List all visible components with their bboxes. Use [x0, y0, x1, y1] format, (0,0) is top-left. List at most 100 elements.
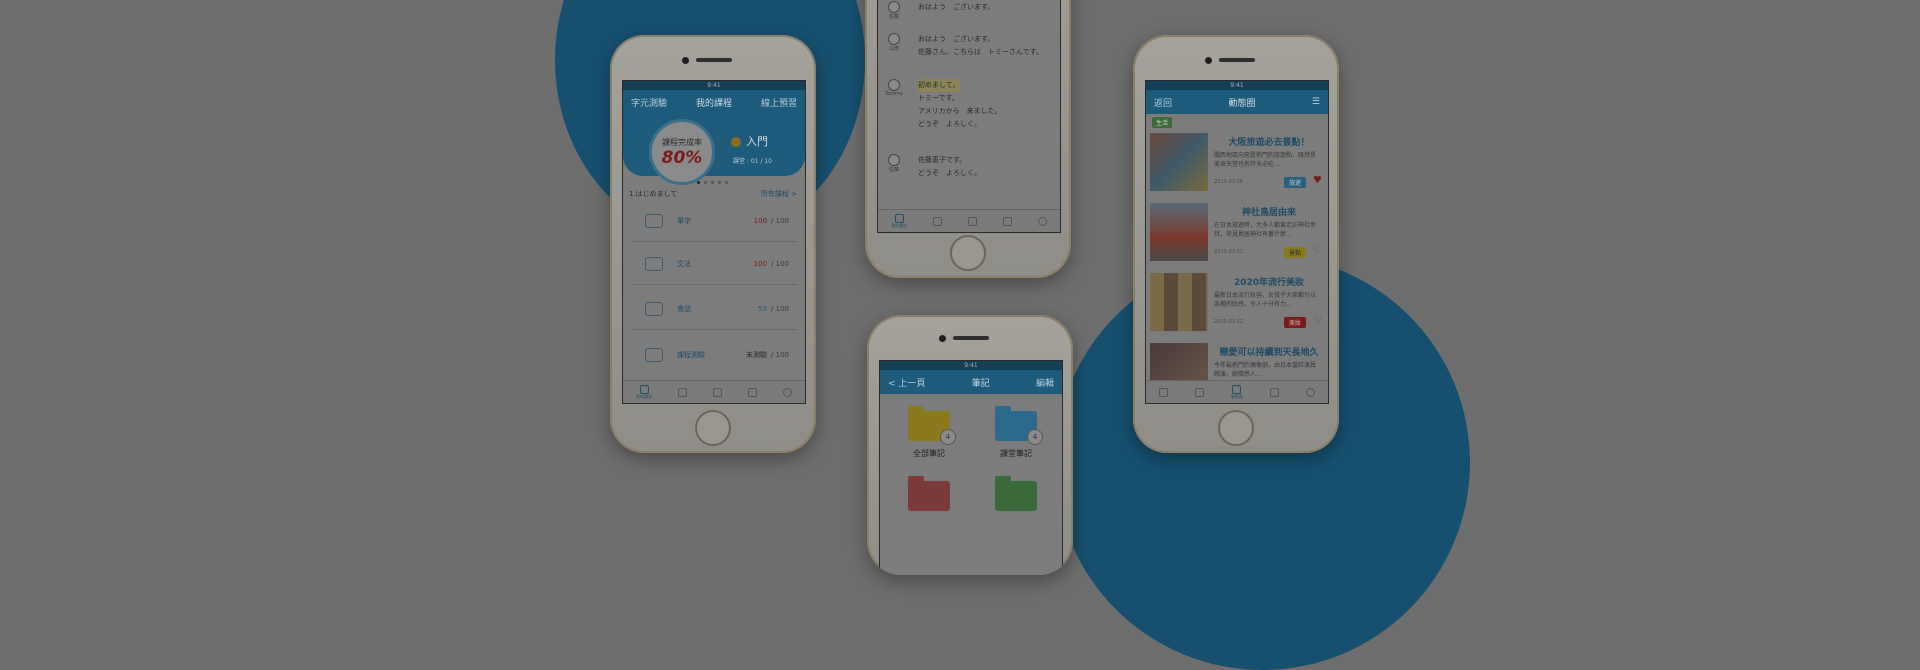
tab-my-course[interactable]: 我的課程 — [891, 213, 907, 229]
tab-5[interactable] — [1305, 387, 1315, 397]
header-title: 動態圈 — [1228, 98, 1256, 109]
back-link[interactable]: 返回 — [1154, 96, 1172, 109]
course-header: 字元測驗 我的課程 線上預習 — [623, 90, 805, 114]
row-vocabulary[interactable]: 單字 100/ 100 — [631, 201, 797, 242]
header-title: 我的課程 — [695, 98, 732, 109]
phone-camera — [1205, 57, 1212, 64]
phone-speaker — [696, 58, 732, 62]
notes-screen: 9:41 < 上一頁 筆記 編輯 4 全部筆記 4 課堂筆記 — [879, 360, 1063, 575]
level-indicator: 入門 — [731, 133, 768, 149]
phone-camera — [939, 335, 946, 342]
heart-outline-icon[interactable]: ♡ — [1313, 245, 1322, 256]
completion-value: 80% — [661, 147, 703, 168]
edit-link[interactable]: 編輯 — [1036, 376, 1054, 389]
phone-notes: 9:41 < 上一頁 筆記 編輯 4 全部筆記 4 課堂筆記 — [867, 315, 1073, 575]
feed-header: 返回 動態圈 ☰ — [1146, 90, 1328, 114]
tab-2[interactable] — [933, 216, 942, 226]
lesson-progress: 課堂 : 01 / 10 — [733, 158, 772, 165]
level-label: 入門 — [746, 135, 768, 148]
user-icon — [783, 387, 792, 397]
phone-conversation: 佐藤 おはよう ございます。 山田 おはよう ございます。 佐藤さん、こちらは トミー… — [865, 0, 1071, 278]
avatar — [888, 33, 900, 45]
tab-feed[interactable]: 動態圈 — [1231, 384, 1243, 400]
conversation-screen: 佐藤 おはよう ございます。 山田 おはよう ございます。 佐藤さん、こちらは トミー… — [877, 0, 1061, 233]
tab-2[interactable] — [1195, 387, 1205, 397]
course-icon — [894, 213, 904, 223]
tab-5[interactable] — [1038, 216, 1047, 226]
phone-course-progress: 9:41 字元測驗 我的課程 線上預習 課程完成率 80% 入門 課堂 : 01… — [610, 35, 816, 453]
article-card-1[interactable]: 大阪旅遊必去景點！ 關西地區向來是熱門的旅遊點，既然是美食天堂也有許多必吃… 2… — [1150, 131, 1324, 199]
course-screen: 9:41 字元測驗 我的課程 線上預習 課程完成率 80% 入門 課堂 : 01… — [622, 80, 806, 404]
user-icon — [1038, 216, 1047, 226]
tab-bar: 動態圈 — [1146, 380, 1328, 403]
category-tag[interactable]: 生活 — [1152, 117, 1173, 128]
vocabulary-icon — [645, 214, 663, 228]
heart-filled-icon[interactable]: ♥ — [1313, 175, 1322, 186]
avatar — [888, 1, 900, 13]
test-icon — [645, 348, 663, 362]
home-button — [950, 235, 986, 271]
lesson-title: 1.はじめまして — [629, 190, 678, 198]
phone-speaker — [1219, 58, 1255, 62]
status-bar: 9:41 — [1146, 81, 1328, 90]
news-icon — [1232, 384, 1242, 394]
tab-3[interactable] — [968, 216, 977, 226]
status-bar: 9:41 — [880, 361, 1062, 370]
avatar — [888, 79, 900, 91]
tab-4[interactable] — [1003, 216, 1012, 226]
article-card-2[interactable]: 神社鳥居由來 在日本旅遊時，大多人都曾走訪神社參拜，常見鳥居神社有著什麼… 20… — [1150, 201, 1324, 269]
tab-5[interactable] — [783, 387, 792, 397]
message-2: 山田 おはよう ございます。 佐藤さん、こちらは トミーさんです。 — [888, 33, 1043, 56]
heart-outline-icon[interactable]: ♡ — [1313, 315, 1322, 326]
header-left-link[interactable]: 字元測驗 — [631, 96, 667, 109]
tab-bar: 我的課程 — [623, 380, 805, 403]
menu-icon[interactable]: ☰ — [1312, 97, 1320, 107]
conversation-icon — [645, 302, 663, 316]
avatar — [888, 154, 900, 166]
row-grammar[interactable]: 文法 100/ 100 — [631, 244, 797, 285]
book-icon — [933, 216, 942, 226]
tab-2[interactable] — [678, 387, 687, 397]
tab-my-course[interactable]: 我的課程 — [636, 384, 652, 400]
article-thumbnail — [1150, 133, 1208, 191]
page-dots[interactable] — [697, 181, 728, 184]
completion-ring: 課程完成率 80% — [649, 119, 715, 185]
coin-icon — [731, 137, 741, 147]
book-icon — [1195, 387, 1205, 397]
phone-speaker — [953, 336, 989, 340]
row-conversation[interactable]: 會話 59/ 100 — [631, 289, 797, 330]
note-icon — [1269, 387, 1279, 397]
header-right-link[interactable]: 線上預習 — [761, 96, 797, 109]
article-thumbnail — [1150, 273, 1208, 331]
folder-all-notes[interactable]: 4 — [908, 406, 956, 445]
message-1: 佐藤 おはよう ございます。 — [888, 1, 995, 20]
notes-header: < 上一頁 筆記 編輯 — [880, 370, 1062, 394]
back-link[interactable]: < 上一頁 — [888, 376, 925, 389]
folder-class-notes[interactable]: 4 — [995, 406, 1043, 445]
tab-3[interactable] — [713, 387, 722, 397]
row-course-test[interactable]: 課程測驗 未測驗/ 100 — [631, 335, 797, 375]
home-button — [1218, 410, 1254, 446]
phone-camera — [682, 57, 689, 64]
article-card-3[interactable]: 2020年流行美妝 最新日本流行妝容，女孩子大家都引以為傲的妝感，令人十分有力…… — [1150, 271, 1324, 339]
grammar-icon — [645, 257, 663, 271]
message-3: Tommy 初めまして。 トミーです。 アメリカから 来ました。 どうぞ よろしく。 — [885, 79, 1002, 128]
header-title: 筆記 — [971, 378, 990, 389]
all-lessons-link[interactable]: 所有課程 > — [761, 189, 797, 199]
home-button — [695, 410, 731, 446]
completion-label: 課程完成率 — [662, 137, 702, 147]
news-icon — [713, 387, 722, 397]
tab-1[interactable] — [1159, 387, 1169, 397]
tab-4[interactable] — [1269, 387, 1279, 397]
message-4: 佐藤 佐藤恵子です。 どうぞ よろしく。 — [888, 154, 981, 177]
folder-red[interactable] — [908, 476, 950, 511]
tab-4[interactable] — [748, 387, 757, 397]
course-icon — [639, 384, 649, 394]
note-icon — [748, 387, 757, 397]
status-bar: 9:41 — [623, 81, 805, 90]
note-icon — [1003, 216, 1012, 226]
user-icon — [1305, 387, 1315, 397]
folder-green[interactable] — [995, 476, 1037, 511]
news-icon — [968, 216, 977, 226]
book-icon — [678, 387, 687, 397]
